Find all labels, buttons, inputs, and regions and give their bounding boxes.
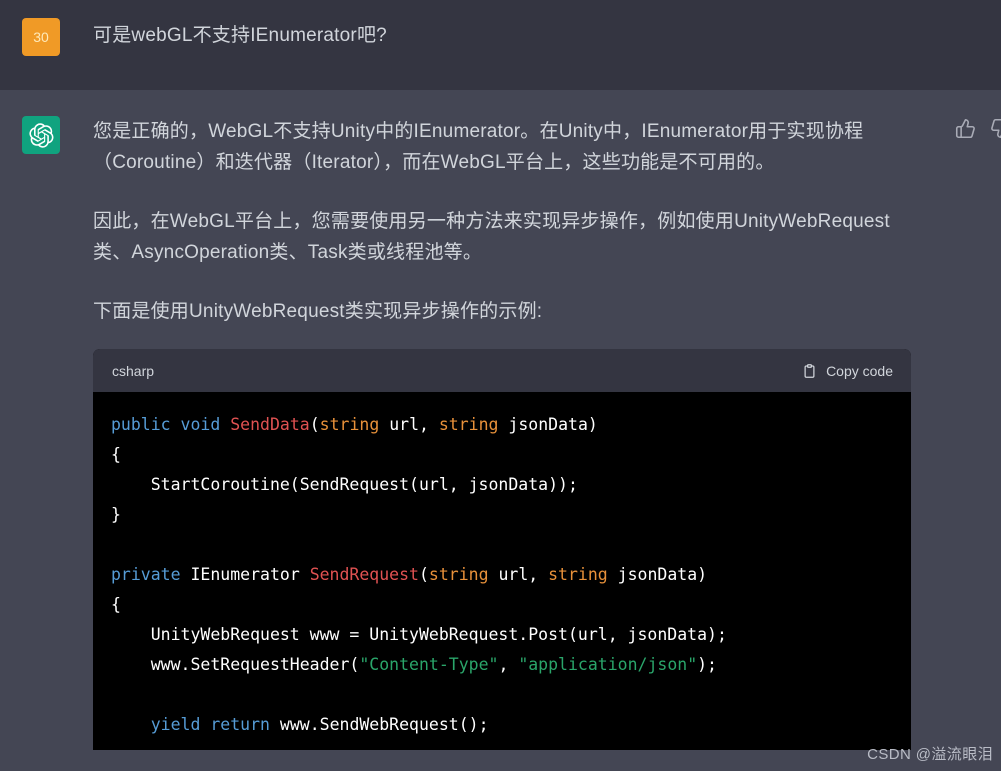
code-line: StartCoroutine(SendRequest(url, jsonData… <box>111 470 911 500</box>
code-line: } <box>111 500 911 530</box>
code-token: , <box>498 655 519 674</box>
thumbs-down-icon[interactable] <box>990 118 1001 139</box>
user-message-text: 可是webGL不支持IEnumerator吧? <box>93 25 387 46</box>
code-token: return <box>210 715 270 734</box>
code-token: IEnumerator <box>180 565 310 584</box>
code-token: { <box>111 445 121 464</box>
code-line: yield return www.SendWebRequest(); <box>111 710 911 740</box>
code-token: { <box>111 595 121 614</box>
code-line: { <box>111 590 911 620</box>
user-avatar-label: 30 <box>33 29 49 45</box>
assistant-paragraph-1: 您是正确的，WebGL不支持Unity中的IEnumerator。在Unity中… <box>93 121 864 173</box>
assistant-paragraph-2: 因此，在WebGL平台上，您需要使用另一种方法来实现异步操作，例如使用Unity… <box>93 211 890 263</box>
code-token: SendRequest <box>309 565 419 584</box>
code-token: SendData <box>230 415 310 434</box>
code-token: ); <box>697 655 717 674</box>
code-token: StartCoroutine(SendRequest(url, jsonData… <box>111 475 578 494</box>
assistant-avatar <box>22 116 60 154</box>
code-token: jsonData) <box>498 415 598 434</box>
code-block-header: csharp Copy code <box>93 349 911 392</box>
code-token: ( <box>309 415 320 434</box>
code-line: { <box>111 440 911 470</box>
user-message-turn: 30 可是webGL不支持IEnumerator吧? <box>0 0 1001 90</box>
code-token: url, <box>488 565 549 584</box>
code-token: void <box>180 415 221 434</box>
code-block-content[interactable]: public void SendData(string url, string … <box>93 392 911 750</box>
feedback-controls <box>955 118 1001 139</box>
code-line: public void SendData(string url, string … <box>111 410 911 440</box>
code-language-label: csharp <box>112 362 155 379</box>
code-token: string <box>548 565 608 584</box>
code-token: jsonData) <box>607 565 708 584</box>
code-token: url, <box>379 415 439 434</box>
code-token: public <box>111 415 171 434</box>
code-token: string <box>438 415 499 434</box>
code-line: private IEnumerator SendRequest(string u… <box>111 560 911 590</box>
assistant-paragraph-3: 下面是使用UnityWebRequest类实现异步操作的示例: <box>93 301 543 322</box>
clipboard-icon <box>802 363 817 379</box>
code-token: www.SendWebRequest(); <box>269 715 489 734</box>
copy-code-button[interactable]: Copy code <box>802 363 893 379</box>
code-line: UnityWebRequest www = UnityWebRequest.Po… <box>111 620 911 650</box>
code-token: private <box>111 565 181 584</box>
code-token: "Content-Type" <box>359 655 499 674</box>
code-line: www.SetRequestHeader("Content-Type", "ap… <box>111 650 911 680</box>
code-token: www.SetRequestHeader( <box>111 655 360 674</box>
user-avatar: 30 <box>22 18 60 56</box>
assistant-body: 您是正确的，WebGL不支持Unity中的IEnumerator。在Unity中… <box>93 116 1001 750</box>
code-token: ( <box>418 565 429 584</box>
code-token: "application/json" <box>518 655 698 674</box>
code-token: yield <box>150 715 201 734</box>
code-token: UnityWebRequest www = UnityWebRequest.Po… <box>111 625 727 644</box>
copy-code-label: Copy code <box>826 362 893 379</box>
code-token: string <box>428 565 489 584</box>
assistant-message-turn: 您是正确的，WebGL不支持Unity中的IEnumerator。在Unity中… <box>0 90 1001 771</box>
code-token: } <box>111 505 121 524</box>
openai-logo-icon <box>28 122 54 148</box>
thumbs-up-icon[interactable] <box>955 118 976 139</box>
code-token: string <box>319 415 380 434</box>
code-block: csharp Copy code public void SendData(st… <box>93 349 911 750</box>
